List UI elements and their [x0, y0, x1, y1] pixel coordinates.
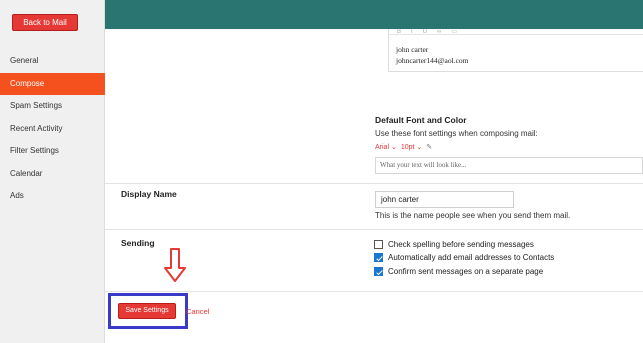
settings-sidebar: Back to Mail General Compose Spam Settin…: [0, 0, 105, 343]
check-spelling-label: Check spelling before sending messages: [388, 240, 534, 249]
save-settings-button[interactable]: Save Settings: [118, 303, 176, 319]
font-family-value: Arial: [375, 144, 390, 151]
image-icon[interactable]: ▭: [451, 29, 457, 34]
font-size-select[interactable]: 10pt ⌄: [401, 143, 422, 151]
divider: [105, 229, 643, 230]
display-name-label: Display Name: [121, 189, 177, 199]
divider: [105, 183, 643, 184]
pencil-icon[interactable]: ✎: [426, 143, 432, 151]
chevron-down-icon: ⌄: [390, 144, 397, 151]
underline-icon[interactable]: U: [423, 29, 427, 34]
sidebar-item-calendar[interactable]: Calendar: [0, 163, 105, 186]
italic-icon[interactable]: I: [411, 29, 413, 34]
default-font-description: Use these font settings when composing m…: [375, 129, 538, 138]
settings-nav: General Compose Spam Settings Recent Act…: [0, 50, 105, 208]
back-to-mail-button[interactable]: Back to Mail: [12, 14, 78, 31]
cancel-link[interactable]: Cancel: [186, 307, 209, 316]
divider: [105, 291, 643, 292]
sidebar-item-spam-settings[interactable]: Spam Settings: [0, 95, 105, 118]
sidebar-item-recent-activity[interactable]: Recent Activity: [0, 118, 105, 141]
display-name-help: This is the name people see when you sen…: [375, 211, 571, 220]
confirm-sent-option: Confirm sent messages on a separate page: [374, 267, 543, 276]
sending-label: Sending: [121, 238, 155, 248]
sidebar-item-ads[interactable]: Ads: [0, 185, 105, 208]
signature-editor[interactable]: B I U ∞ ▭ john carter johncarter144@aol.…: [388, 29, 643, 72]
sidebar-item-general[interactable]: General: [0, 50, 105, 73]
signature-text: john carter johncarter144@aol.com: [396, 44, 469, 66]
font-preview-box: What your text will look like...: [375, 157, 643, 174]
confirm-sent-checkbox[interactable]: [374, 267, 383, 276]
signature-line: johncarter144@aol.com: [396, 56, 469, 65]
check-spelling-checkbox[interactable]: [374, 240, 383, 249]
font-controls: Arial ⌄ 10pt ⌄ ✎: [375, 143, 432, 151]
link-icon[interactable]: ∞: [437, 29, 441, 34]
sidebar-item-filter-settings[interactable]: Filter Settings: [0, 140, 105, 163]
default-font-title: Default Font and Color: [375, 115, 467, 125]
arrow-down-icon: [164, 248, 186, 282]
signature-toolbar: B I U ∞ ▭: [389, 29, 643, 35]
bold-icon[interactable]: B: [397, 29, 401, 34]
display-name-input[interactable]: john carter: [375, 191, 514, 208]
chevron-down-icon: ⌄: [416, 144, 423, 151]
check-spelling-option: Check spelling before sending messages: [374, 240, 534, 249]
font-family-select[interactable]: Arial ⌄: [375, 143, 397, 151]
header-bar: [105, 6, 643, 29]
signature-line: john carter: [396, 45, 429, 54]
confirm-sent-label: Confirm sent messages on a separate page: [388, 267, 544, 276]
font-size-value: 10pt: [400, 144, 415, 151]
sidebar-item-compose[interactable]: Compose: [0, 72, 105, 95]
auto-add-contacts-checkbox[interactable]: [374, 253, 383, 262]
auto-add-contacts-option: Automatically add email addresses to Con…: [374, 253, 554, 262]
auto-add-contacts-label: Automatically add email addresses to Con…: [388, 253, 555, 262]
